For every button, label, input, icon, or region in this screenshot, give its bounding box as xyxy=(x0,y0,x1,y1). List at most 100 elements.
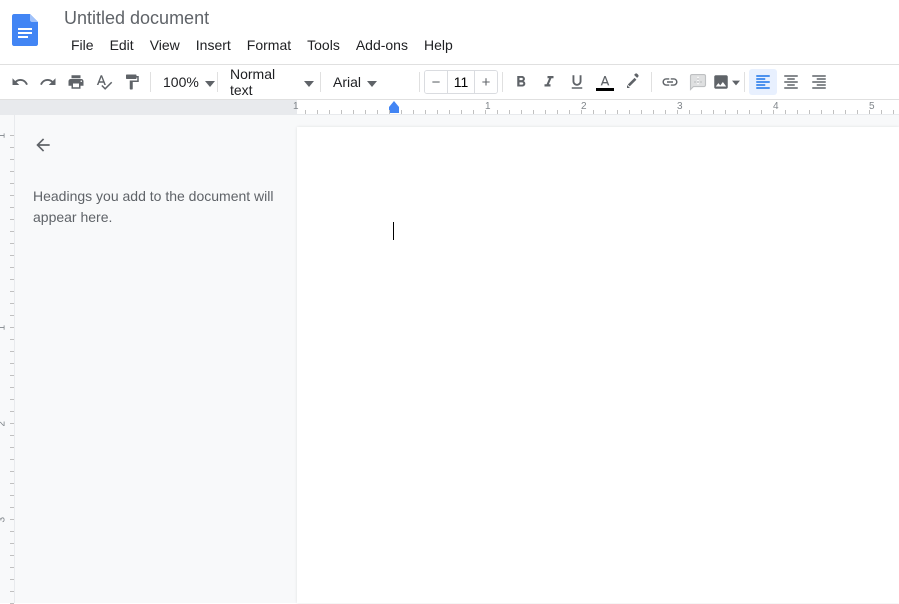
ruler-tick xyxy=(461,110,462,114)
bold-button[interactable] xyxy=(507,69,535,95)
separator xyxy=(651,72,652,92)
vruler-tick xyxy=(10,171,14,172)
ruler-tick xyxy=(425,110,426,114)
ruler-tick xyxy=(317,110,318,114)
align-center-button[interactable] xyxy=(777,69,805,95)
workspace: 1 1 2 3 Headings you add to the document… xyxy=(0,115,899,603)
print-button[interactable] xyxy=(62,69,90,95)
styles-dropdown[interactable]: Normal text xyxy=(222,69,316,95)
text-color-button[interactable] xyxy=(591,69,619,95)
ruler-tick xyxy=(365,110,366,114)
undo-button[interactable] xyxy=(6,69,34,95)
ruler-tick xyxy=(665,110,666,114)
document-page[interactable] xyxy=(297,127,899,603)
menu-insert[interactable]: Insert xyxy=(189,33,238,57)
menu-file[interactable]: File xyxy=(64,33,101,57)
vruler-number: 2 xyxy=(0,421,8,427)
ruler-tick xyxy=(533,110,534,114)
vruler-number: 1 xyxy=(0,325,8,331)
menu-help[interactable]: Help xyxy=(417,33,460,57)
caret-down-icon xyxy=(304,74,314,90)
vruler-tick xyxy=(10,255,14,256)
ruler-tick xyxy=(689,110,690,114)
menu-format[interactable]: Format xyxy=(240,33,298,57)
vruler-tick xyxy=(10,147,14,148)
vruler-tick xyxy=(10,303,14,304)
font-size-increase[interactable]: + xyxy=(475,71,497,93)
font-size-stepper: − + xyxy=(424,70,498,94)
doc-title[interactable]: Untitled document xyxy=(64,6,460,31)
horizontal-ruler[interactable]: 1 1 2 3 4 5 xyxy=(0,100,899,115)
vruler-tick xyxy=(10,507,14,508)
ruler-tick xyxy=(389,110,390,114)
ruler-tick xyxy=(497,110,498,114)
vruler-tick xyxy=(10,591,14,592)
menu-addons[interactable]: Add-ons xyxy=(349,33,415,57)
ruler-tick xyxy=(305,110,306,114)
ruler-tick xyxy=(869,110,870,114)
ruler-tick xyxy=(521,110,522,114)
zoom-dropdown[interactable]: 100% xyxy=(155,69,213,95)
vruler-tick xyxy=(10,195,14,196)
vruler-tick xyxy=(10,231,14,232)
image-button[interactable] xyxy=(712,69,740,95)
link-button[interactable] xyxy=(656,69,684,95)
vruler-tick xyxy=(10,207,14,208)
vruler-tick xyxy=(10,219,14,220)
ruler-tick xyxy=(821,110,822,114)
ruler-tick xyxy=(437,110,438,114)
ruler-tick xyxy=(413,110,414,114)
underline-button[interactable] xyxy=(563,69,591,95)
outline-panel: Headings you add to the document will ap… xyxy=(15,115,297,603)
menu-view[interactable]: View xyxy=(143,33,187,57)
ruler-tick xyxy=(857,110,858,114)
comment-button[interactable] xyxy=(684,69,712,95)
docs-logo[interactable] xyxy=(6,10,46,50)
ruler-tick xyxy=(485,110,486,114)
vruler-tick xyxy=(10,459,14,460)
menu-edit[interactable]: Edit xyxy=(103,33,141,57)
separator xyxy=(502,72,503,92)
separator xyxy=(217,72,218,92)
ruler-tick xyxy=(341,110,342,114)
menubar: File Edit View Insert Format Tools Add-o… xyxy=(64,33,460,57)
vruler-tick xyxy=(10,279,14,280)
font-dropdown[interactable]: Arial xyxy=(325,69,415,95)
ruler-tick xyxy=(545,110,546,114)
align-right-button[interactable] xyxy=(805,69,833,95)
ruler-tick xyxy=(449,110,450,114)
redo-button[interactable] xyxy=(34,69,62,95)
highlight-button[interactable] xyxy=(619,69,647,95)
vruler-tick xyxy=(10,135,14,136)
menu-tools[interactable]: Tools xyxy=(300,33,347,57)
ruler-tick xyxy=(713,110,714,114)
ruler-tick xyxy=(749,110,750,114)
ruler-tick xyxy=(881,110,882,114)
ruler-tick xyxy=(353,110,354,114)
vertical-ruler[interactable]: 1 1 2 3 xyxy=(0,115,15,603)
ruler-tick xyxy=(557,110,558,114)
vruler-tick xyxy=(10,411,14,412)
font-size-decrease[interactable]: − xyxy=(425,71,447,93)
vruler-tick xyxy=(10,291,14,292)
outline-back-button[interactable] xyxy=(33,135,279,160)
vruler-tick xyxy=(10,387,14,388)
font-size-input[interactable] xyxy=(447,71,475,93)
vruler-tick xyxy=(10,519,14,520)
vruler-tick xyxy=(10,243,14,244)
vruler-tick xyxy=(10,435,14,436)
vruler-tick xyxy=(10,159,14,160)
ruler-tick xyxy=(401,110,402,114)
ruler-tick xyxy=(797,110,798,114)
ruler-tick xyxy=(773,110,774,114)
outline-placeholder: Headings you add to the document will ap… xyxy=(33,186,279,228)
ruler-number: 1 xyxy=(293,101,299,112)
ruler-tick xyxy=(473,110,474,114)
align-left-button[interactable] xyxy=(749,69,777,95)
italic-button[interactable] xyxy=(535,69,563,95)
spellcheck-button[interactable] xyxy=(90,69,118,95)
paint-format-button[interactable] xyxy=(118,69,146,95)
ruler-tick xyxy=(761,110,762,114)
vruler-tick xyxy=(10,351,14,352)
ruler-tick xyxy=(605,110,606,114)
